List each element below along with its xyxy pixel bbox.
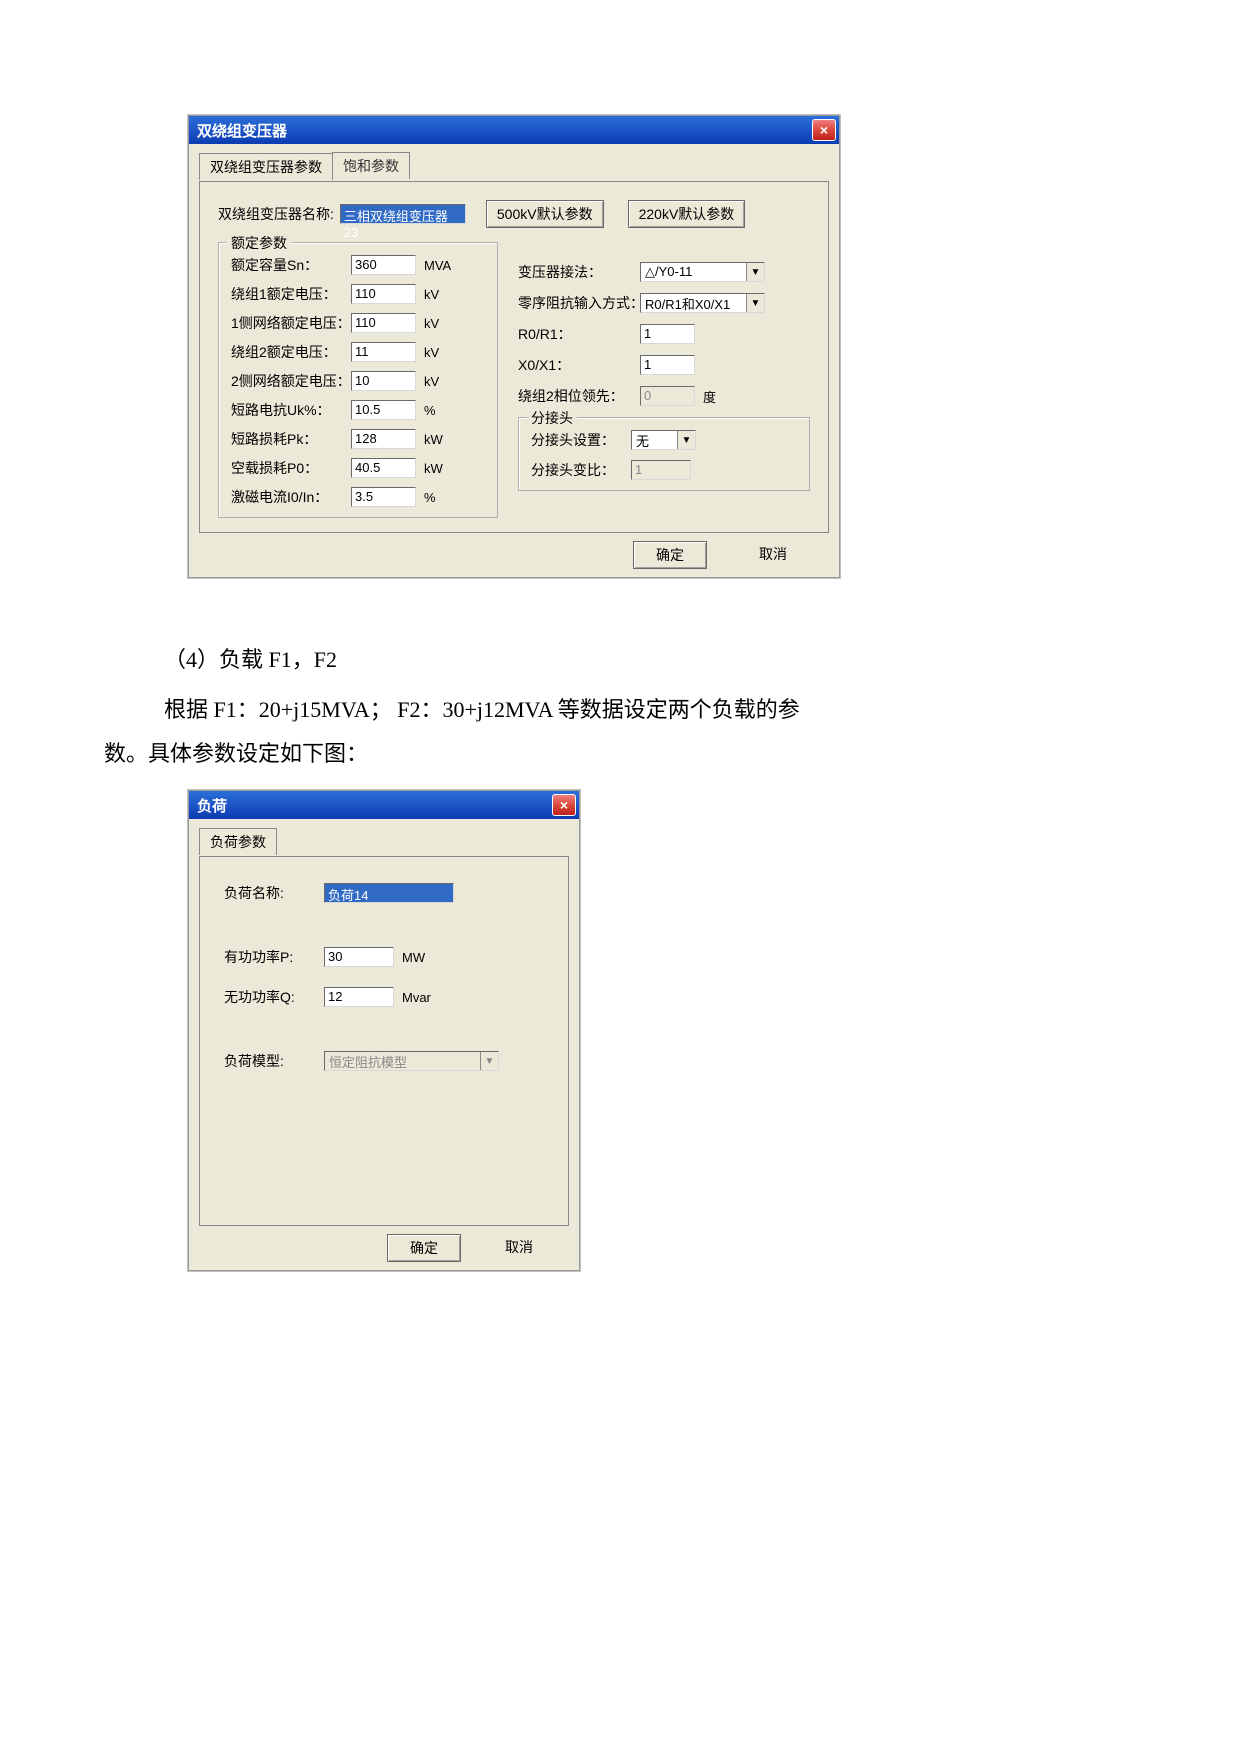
load-model-label: 负荷模型: bbox=[224, 1051, 324, 1071]
x0x1-label: X0/X1： bbox=[518, 355, 640, 375]
n2v-unit: kV bbox=[424, 374, 439, 389]
cancel-button[interactable]: 取消 bbox=[483, 1234, 555, 1262]
close-icon[interactable]: × bbox=[552, 794, 576, 816]
phase-lead-input: 0 bbox=[640, 386, 695, 406]
reactive-power-label: 无功功率Q: bbox=[224, 987, 324, 1007]
sn-input[interactable]: 360 bbox=[351, 255, 416, 275]
ok-button[interactable]: 确定 bbox=[633, 541, 707, 569]
tap-setting-label: 分接头设置： bbox=[531, 430, 631, 450]
n1v-unit: kV bbox=[424, 316, 439, 331]
tab-panel: 双绕组变压器名称: 三相双绕组变压器23 500kV默认参数 220kV默认参数… bbox=[199, 181, 829, 533]
active-power-input[interactable]: 30 bbox=[324, 947, 394, 967]
chevron-down-icon: ▼ bbox=[746, 294, 764, 312]
btn-500kv-defaults[interactable]: 500kV默认参数 bbox=[486, 200, 604, 228]
ok-button[interactable]: 确定 bbox=[387, 1234, 461, 1262]
chevron-down-icon: ▼ bbox=[677, 431, 695, 449]
group-rating: 额定参数 额定容量Sn：360MVA 绕组1额定电压：110kV 1侧网络额定电… bbox=[218, 242, 498, 518]
w2v-input[interactable]: 11 bbox=[351, 342, 416, 362]
tab-panel: 负荷名称: 负荷14 有功功率P: 30 MW 无功功率Q: 12 Mvar 负… bbox=[199, 856, 569, 1226]
tab-saturation-params[interactable]: 饱和参数 bbox=[332, 152, 410, 179]
n1v-input[interactable]: 110 bbox=[351, 313, 416, 333]
uk-input[interactable]: 10.5 bbox=[351, 400, 416, 420]
w2v-unit: kV bbox=[424, 345, 439, 360]
reactive-power-input[interactable]: 12 bbox=[324, 987, 394, 1007]
group-tap: 分接头 分接头设置： 无 ▼ 分接头变比： 1 bbox=[518, 417, 810, 491]
btn-220kv-defaults[interactable]: 220kV默认参数 bbox=[628, 200, 746, 228]
tap-ratio-label: 分接头变比： bbox=[531, 460, 631, 480]
group-rating-legend: 额定参数 bbox=[227, 233, 291, 253]
n2v-label: 2侧网络额定电压： bbox=[231, 371, 351, 391]
load-dialog: 负荷 × 负荷参数 负荷名称: 负荷14 有功功率P: 30 MW 无功功率Q: bbox=[188, 790, 580, 1271]
i0-unit: % bbox=[424, 490, 436, 505]
connection-dropdown[interactable]: △/Y0-11 ▼ bbox=[640, 262, 765, 282]
w1v-input[interactable]: 110 bbox=[351, 284, 416, 304]
pk-unit: kW bbox=[424, 432, 443, 447]
p0-input[interactable]: 40.5 bbox=[351, 458, 416, 478]
w1v-unit: kV bbox=[424, 287, 439, 302]
doc-line-3: 数。具体参数设定如下图： bbox=[104, 732, 1120, 776]
tap-ratio-input: 1 bbox=[631, 460, 691, 480]
n2v-input[interactable]: 10 bbox=[351, 371, 416, 391]
tab-transformer-params[interactable]: 双绕组变压器参数 bbox=[199, 153, 333, 180]
group-tap-legend: 分接头 bbox=[527, 408, 577, 428]
p0-unit: kW bbox=[424, 461, 443, 476]
zero-seq-label: 零序阻抗输入方式： bbox=[518, 293, 640, 313]
window-title: 负荷 bbox=[197, 795, 227, 816]
tab-row: 双绕组变压器参数 饱和参数 bbox=[199, 152, 829, 179]
chevron-down-icon: ▼ bbox=[746, 263, 764, 281]
n1v-label: 1侧网络额定电压： bbox=[231, 313, 351, 333]
r0r1-label: R0/R1： bbox=[518, 324, 640, 344]
close-icon[interactable]: × bbox=[812, 119, 836, 141]
chevron-down-icon: ▼ bbox=[480, 1052, 498, 1070]
r0r1-input[interactable]: 1 bbox=[640, 324, 695, 344]
sn-label: 额定容量Sn： bbox=[231, 255, 351, 275]
sn-unit: MVA bbox=[424, 258, 451, 273]
i0-input[interactable]: 3.5 bbox=[351, 487, 416, 507]
transformer-dialog: 双绕组变压器 × 双绕组变压器参数 饱和参数 双绕组变压器名称: 三相双绕组变压… bbox=[188, 115, 840, 578]
w1v-label: 绕组1额定电压： bbox=[231, 284, 351, 304]
active-power-label: 有功功率P: bbox=[224, 947, 324, 967]
cancel-button[interactable]: 取消 bbox=[737, 541, 809, 569]
window-title: 双绕组变压器 bbox=[197, 120, 287, 141]
name-label: 双绕组变压器名称: bbox=[218, 204, 334, 224]
load-name-input[interactable]: 负荷14 bbox=[324, 883, 454, 903]
p0-label: 空载损耗P0： bbox=[231, 458, 351, 478]
phase-lead-unit: 度 bbox=[703, 387, 716, 406]
tab-load-params[interactable]: 负荷参数 bbox=[199, 828, 277, 855]
reactive-power-unit: Mvar bbox=[402, 990, 431, 1005]
transformer-name-input[interactable]: 三相双绕组变压器23 bbox=[340, 204, 466, 224]
uk-unit: % bbox=[424, 403, 436, 418]
w2v-label: 绕组2额定电压： bbox=[231, 342, 351, 362]
tap-setting-dropdown[interactable]: 无 ▼ bbox=[631, 430, 696, 450]
load-name-label: 负荷名称: bbox=[224, 883, 324, 903]
titlebar: 双绕组变压器 × bbox=[189, 116, 839, 144]
uk-label: 短路电抗Uk%： bbox=[231, 400, 351, 420]
doc-line-1: （4）负载 F1，F2 bbox=[120, 638, 1120, 682]
titlebar: 负荷 × bbox=[189, 791, 579, 819]
connection-label: 变压器接法： bbox=[518, 262, 640, 282]
x0x1-input[interactable]: 1 bbox=[640, 355, 695, 375]
zero-seq-dropdown[interactable]: R0/R1和X0/X1 ▼ bbox=[640, 293, 765, 313]
doc-line-2: 根据 F1：20+j15MVA； F2：30+j12MVA 等数据设定两个负载的… bbox=[120, 688, 1120, 732]
load-model-dropdown: 恒定阻抗模型 ▼ bbox=[324, 1051, 499, 1071]
i0-label: 激磁电流I0/In： bbox=[231, 487, 351, 507]
pk-label: 短路损耗Pk： bbox=[231, 429, 351, 449]
pk-input[interactable]: 128 bbox=[351, 429, 416, 449]
active-power-unit: MW bbox=[402, 950, 425, 965]
phase-lead-label: 绕组2相位领先： bbox=[518, 386, 640, 406]
